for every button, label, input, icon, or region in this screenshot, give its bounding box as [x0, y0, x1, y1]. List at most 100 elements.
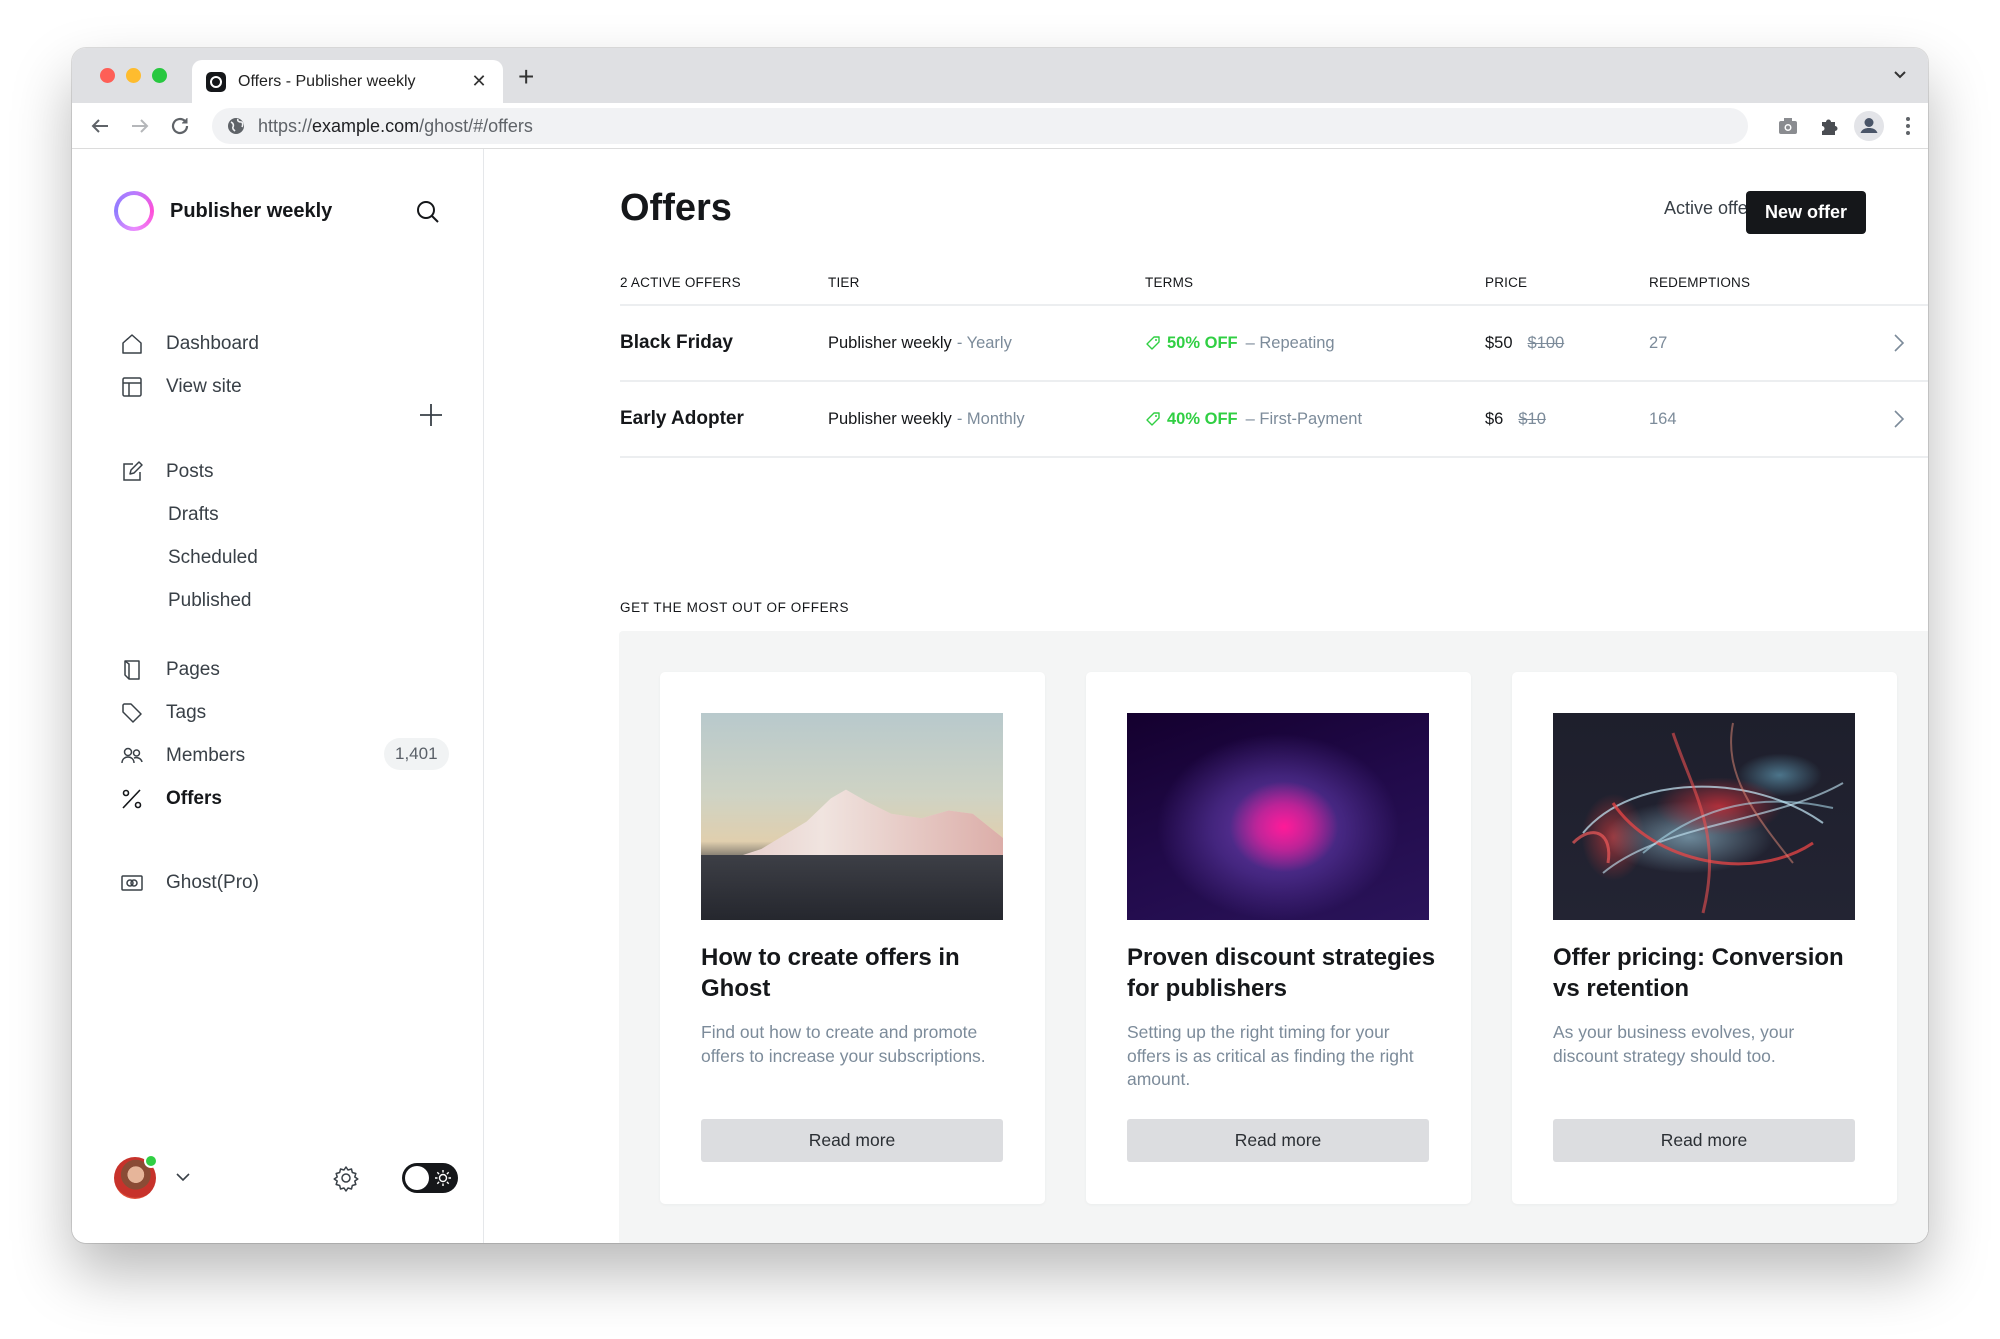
sidebar-item-dashboard[interactable]: Dashboard: [120, 327, 440, 361]
percent-icon: [120, 787, 144, 811]
sidebar-item-label: Tags: [166, 702, 206, 724]
column-header-terms: TERMS: [1145, 259, 1193, 305]
sidebar-item-label: Dashboard: [166, 333, 259, 355]
close-tab-icon[interactable]: ✕: [469, 71, 489, 92]
sidebar-item-tags[interactable]: Tags: [120, 696, 440, 730]
resources-section-label: GET THE MOST OUT OF OFFERS: [620, 600, 849, 615]
card-description: Find out how to create and promote offer…: [701, 1021, 1011, 1068]
original-price: $10: [1518, 410, 1546, 429]
gear-icon[interactable]: [332, 1164, 360, 1192]
sidebar-subitem-drafts[interactable]: Drafts: [168, 498, 219, 532]
reload-icon[interactable]: [168, 114, 192, 138]
offer-terms: 40% OFF – First-Payment: [1145, 382, 1362, 456]
page-icon: [120, 658, 144, 682]
sidebar-footer: [114, 1154, 444, 1200]
page-title: Offers: [620, 187, 732, 230]
maximize-window-button[interactable]: [152, 68, 167, 83]
card-description: As your business evolves, your discount …: [1553, 1021, 1863, 1068]
card-title: How to create offers in Ghost: [701, 942, 1011, 1004]
sidebar-item-pages[interactable]: Pages: [120, 653, 440, 687]
online-status-dot: [144, 1154, 158, 1168]
extensions-puzzle-icon[interactable]: [1818, 114, 1842, 138]
offer-price: $6 $10: [1485, 382, 1546, 456]
main-content: Offers Active offers New offer 2 ACTIVE …: [485, 149, 1928, 1243]
chevron-down-icon[interactable]: [174, 1168, 192, 1186]
card-title: Offer pricing: Conversion vs retention: [1553, 942, 1863, 1004]
tier-name: Publisher weekly: [828, 334, 952, 353]
redemption-count: 27: [1649, 306, 1667, 380]
sidebar-item-label: Offers: [166, 788, 222, 810]
new-tab-button[interactable]: +: [518, 62, 534, 92]
sun-icon: [434, 1169, 452, 1187]
address-bar[interactable]: https://example.com/ghost/#/offers: [212, 108, 1748, 144]
browser-tab[interactable]: Offers - Publisher weekly ✕: [192, 60, 503, 103]
chevron-right-icon: [1889, 408, 1909, 430]
tier-cadence: - Yearly: [957, 334, 1012, 353]
offer-tier: Publisher weekly- Monthly: [828, 382, 1025, 456]
resource-card: Offer pricing: Conversion vs retention A…: [1512, 672, 1897, 1204]
more-vertical-icon[interactable]: [1896, 114, 1920, 138]
discount-value: 40% OFF: [1167, 410, 1238, 429]
globe-icon: [226, 116, 246, 136]
camera-icon[interactable]: [1776, 114, 1800, 138]
original-price: $100: [1528, 334, 1565, 353]
home-icon: [120, 332, 144, 356]
edit-icon: [120, 460, 144, 484]
offer-terms: 50% OFF – Repeating: [1145, 306, 1335, 380]
search-icon[interactable]: [415, 199, 441, 225]
offer-price: $50 $100: [1485, 306, 1564, 380]
discount-duration: – Repeating: [1246, 334, 1335, 353]
resources-panel: How to create offers in Ghost Find out h…: [619, 631, 1928, 1243]
sidebar: Publisher weekly Dashboard View site Pos…: [72, 149, 484, 1243]
sidebar-item-label: Posts: [166, 461, 214, 483]
site-brand[interactable]: Publisher weekly: [114, 191, 332, 231]
mountain-image: [701, 713, 1003, 920]
sidebar-item-view-site[interactable]: View site: [120, 370, 440, 404]
members-count-badge: 1,401: [384, 738, 449, 770]
abstract-purple-image: [1127, 713, 1429, 920]
sidebar-item-ghost-pro[interactable]: Ghost(Pro): [120, 866, 440, 900]
profile-avatar-icon[interactable]: [1854, 111, 1884, 141]
offer-price-value: $6: [1485, 410, 1503, 429]
sidebar-item-offers[interactable]: Offers: [120, 782, 440, 816]
light-trails-image: [1553, 713, 1855, 920]
minimize-window-button[interactable]: [126, 68, 141, 83]
url-path: /ghost/#/offers: [419, 116, 533, 136]
close-window-button[interactable]: [100, 68, 115, 83]
read-more-button[interactable]: Read more: [701, 1119, 1003, 1162]
offer-price-value: $50: [1485, 334, 1513, 353]
read-more-button[interactable]: Read more: [1127, 1119, 1429, 1162]
back-arrow-icon[interactable]: [88, 114, 112, 138]
card-description: Setting up the right timing for your off…: [1127, 1021, 1437, 1092]
toggle-knob: [405, 1166, 429, 1190]
browser-window: Offers - Publisher weekly ✕ + https://ex…: [72, 48, 1928, 1243]
tag-icon: [1145, 411, 1161, 427]
read-more-button[interactable]: Read more: [1553, 1119, 1855, 1162]
new-offer-button[interactable]: New offer: [1746, 191, 1866, 234]
sidebar-item-label: Pages: [166, 659, 220, 681]
url-scheme: https://: [258, 116, 312, 136]
forward-arrow-icon[interactable]: [128, 114, 152, 138]
offer-name: Early Adopter: [620, 382, 744, 456]
tab-strip: Offers - Publisher weekly ✕ +: [72, 48, 1928, 103]
sidebar-item-posts[interactable]: Posts: [120, 455, 380, 489]
add-post-plus-icon[interactable]: [418, 402, 444, 428]
browser-toolbar: https://example.com/ghost/#/offers: [72, 103, 1928, 149]
sidebar-subitem-published[interactable]: Published: [168, 584, 251, 618]
tier-cadence: - Monthly: [957, 410, 1025, 429]
chevron-down-icon[interactable]: [1890, 64, 1910, 84]
offer-name: Black Friday: [620, 306, 733, 380]
sidebar-subitem-scheduled[interactable]: Scheduled: [168, 541, 258, 575]
site-logo-icon: [114, 191, 154, 231]
url-text: https://example.com/ghost/#/offers: [258, 116, 533, 137]
members-icon: [120, 744, 144, 768]
discount-value: 50% OFF: [1167, 334, 1238, 353]
dark-mode-toggle[interactable]: [402, 1163, 458, 1193]
tag-icon: [1145, 335, 1161, 351]
table-row[interactable]: Black Friday Publisher weekly - Yearly 50…: [620, 306, 1928, 382]
column-header-tier: TIER: [828, 259, 860, 305]
chevron-right-icon: [1889, 332, 1909, 354]
site-name: Publisher weekly: [170, 200, 332, 223]
table-row[interactable]: Early Adopter Publisher weekly- Monthly …: [620, 382, 1928, 458]
ghost-favicon-icon: [206, 72, 226, 92]
